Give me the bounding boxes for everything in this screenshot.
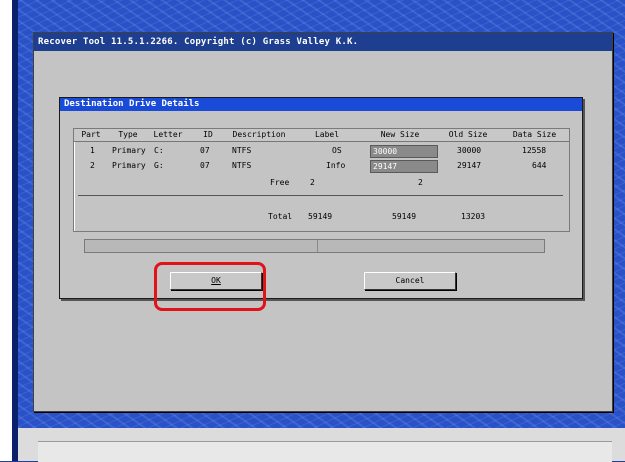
row2-description: NTFS bbox=[232, 161, 252, 170]
column-header-label: Label bbox=[290, 129, 365, 142]
totals-separator bbox=[78, 195, 563, 196]
total-label: Total bbox=[268, 212, 293, 221]
row1-part: 1 bbox=[90, 146, 95, 155]
column-header-data-size: Data Size bbox=[500, 129, 569, 142]
row1-description: NTFS bbox=[232, 146, 252, 155]
column-header-letter: Letter bbox=[148, 129, 189, 142]
left-edge-strip bbox=[0, 0, 12, 461]
partition-table: Part Type Letter ID Description Label Ne… bbox=[73, 128, 570, 232]
row2-letter: G: bbox=[154, 161, 164, 170]
free-value: 2 bbox=[310, 178, 315, 187]
progress-divider bbox=[317, 240, 318, 252]
progress-bar bbox=[84, 239, 545, 253]
free-new-size: 2 bbox=[418, 178, 423, 187]
row1-type: Primary bbox=[112, 146, 146, 155]
bottom-status-bar bbox=[38, 441, 612, 462]
cancel-button[interactable]: Cancel bbox=[364, 272, 456, 290]
row1-id: 07 bbox=[200, 146, 210, 155]
column-header-id: ID bbox=[188, 129, 229, 142]
row2-id: 07 bbox=[200, 161, 210, 170]
row2-old-size: 29147 bbox=[457, 161, 482, 170]
row2-type: Primary bbox=[112, 161, 146, 170]
window-title: Recover Tool 11.5.1.2266. Copyright (c) … bbox=[34, 33, 612, 51]
cancel-button-label: Cancel bbox=[395, 276, 425, 285]
column-header-old-size: Old Size bbox=[436, 129, 501, 142]
column-header-new-size: New Size bbox=[364, 129, 437, 142]
row1-label: OS bbox=[332, 146, 342, 155]
column-header-description: Description bbox=[228, 129, 291, 142]
destination-drive-details-dialog: Destination Drive Details Part Type Lett… bbox=[59, 97, 583, 299]
row2-part: 2 bbox=[90, 161, 95, 170]
row1-letter: C: bbox=[154, 146, 164, 155]
table-header: Part Type Letter ID Description Label Ne… bbox=[74, 129, 569, 142]
column-header-part: Part bbox=[74, 129, 109, 142]
row1-data-size: 12558 bbox=[522, 146, 547, 155]
ok-button-highlight bbox=[154, 262, 266, 311]
total-data-size: 13203 bbox=[461, 212, 486, 221]
column-header-type: Type bbox=[108, 129, 149, 142]
dialog-title: Destination Drive Details bbox=[60, 98, 582, 111]
row2-new-size-input[interactable]: 29147 bbox=[370, 160, 438, 173]
row1-old-size: 30000 bbox=[457, 146, 482, 155]
total-new-size: 59149 bbox=[392, 212, 417, 221]
row1-new-size-input[interactable]: 30000 bbox=[370, 145, 438, 158]
row2-data-size: 644 bbox=[532, 161, 547, 170]
row2-label: Info bbox=[326, 161, 346, 170]
free-label: Free bbox=[270, 178, 290, 187]
total-value: 59149 bbox=[308, 212, 333, 221]
